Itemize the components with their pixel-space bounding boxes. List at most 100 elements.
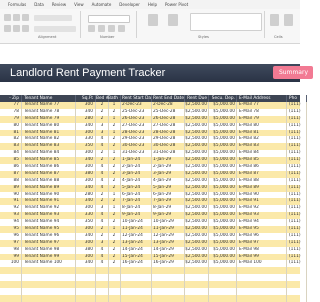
table-cell[interactable]: $5,000.00 <box>209 184 237 192</box>
table-cell[interactable]: 300 <box>76 150 96 158</box>
tab-data[interactable]: Data <box>34 2 44 7</box>
table-cell[interactable]: 300 <box>76 253 96 261</box>
table-cell[interactable] <box>76 267 96 275</box>
table-cell[interactable]: 2-Dec-23 <box>120 102 152 109</box>
table-cell[interactable]: E-Mail 94 <box>237 219 287 227</box>
table-cell[interactable]: 28-Dec-23 <box>120 129 152 137</box>
table-cell[interactable]: E-Mail 95 <box>237 226 287 233</box>
insert-cells-icon[interactable] <box>270 14 279 26</box>
table-cell[interactable]: 1-Jan-29 <box>152 157 185 165</box>
table-cell[interactable]: $5,000.00 <box>209 122 237 130</box>
table-cell[interactable] <box>120 288 152 295</box>
table-cell[interactable] <box>76 274 96 282</box>
table-cell[interactable]: (111) <box>287 115 307 123</box>
tab-review[interactable]: Review <box>52 2 66 7</box>
table-cell[interactable]: 14-Jan-24 <box>120 246 152 254</box>
table-cell[interactable]: 8-Jan-24 <box>120 205 152 213</box>
table-cell[interactable]: $5,000.00 <box>209 150 237 158</box>
table-cell[interactable]: 28-Dec-28 <box>152 129 185 137</box>
table-cell[interactable]: Tenant Name 91 <box>22 198 76 206</box>
table-cell[interactable]: (111) <box>287 246 307 254</box>
table-cell[interactable]: $5,000.00 <box>209 102 237 109</box>
currency-icon[interactable] <box>88 25 95 32</box>
table-cell[interactable]: $2,500.00 <box>185 212 209 220</box>
table-cell[interactable]: (111) <box>287 164 307 171</box>
table-cell[interactable]: Tenant Name 79 <box>22 115 76 123</box>
table-cell[interactable] <box>76 294 96 302</box>
table-cell[interactable]: E-Mail 96 <box>237 232 287 240</box>
table-cell[interactable]: E-Mail 92 <box>237 205 287 213</box>
align-bottom-icon[interactable] <box>22 14 29 21</box>
table-cell[interactable]: Tenant Name 80 <box>22 122 76 130</box>
table-cell[interactable]: (111) <box>287 212 307 220</box>
comma-style-icon[interactable] <box>108 25 115 32</box>
table-cell[interactable]: 16-Jan-29 <box>152 260 185 268</box>
table-cell[interactable]: $5,000.00 <box>209 129 237 137</box>
table-cell[interactable]: (111) <box>287 136 307 144</box>
column-header[interactable]: E-Mail Address <box>237 95 287 102</box>
table-cell[interactable]: 99 <box>0 253 22 261</box>
column-header[interactable]: Rent End Date <box>152 95 185 102</box>
table-cell[interactable]: 280 <box>76 115 96 123</box>
table-cell[interactable]: $5,000.00 <box>209 205 237 213</box>
table-cell[interactable]: 92 <box>0 205 22 213</box>
table-cell[interactable]: Tenant Name 87 <box>22 170 76 178</box>
table-cell[interactable]: 11-Jan-24 <box>120 226 152 233</box>
table-cell[interactable]: E-Mail 98 <box>237 246 287 254</box>
table-cell[interactable]: 1-Jan-24 <box>120 157 152 165</box>
table-cell[interactable]: 26-Dec-23 <box>120 115 152 123</box>
table-cell[interactable]: 15-Jan-29 <box>152 253 185 261</box>
table-cell[interactable]: Tenant Name 95 <box>22 226 76 233</box>
table-cell[interactable]: (111) <box>287 143 307 151</box>
table-cell[interactable] <box>152 288 185 295</box>
table-cell[interactable]: $2,500.00 <box>185 184 209 192</box>
table-cell[interactable]: 13-Jan-24 <box>120 239 152 247</box>
number-format-dropdown[interactable] <box>88 15 130 23</box>
tab-power-pivot[interactable]: Power Pivot <box>165 2 188 7</box>
table-cell[interactable]: Tenant Name 85 <box>22 157 76 165</box>
table-cell[interactable]: 14-Jan-29 <box>152 246 185 254</box>
table-cell[interactable]: Tenant Name 96 <box>22 232 76 240</box>
table-cell[interactable]: Tenant Name 81 <box>22 129 76 137</box>
column-header[interactable]: Pho <box>287 95 307 102</box>
table-cell[interactable] <box>120 267 152 275</box>
table-cell[interactable]: E-Mail 85 <box>237 157 287 165</box>
increase-decimal-icon[interactable] <box>118 25 125 32</box>
table-cell[interactable]: E-Mail 89 <box>237 184 287 192</box>
table-cell[interactable]: Tenant Name 94 <box>22 219 76 227</box>
table-cell[interactable]: E-Mail 100 <box>237 260 287 268</box>
column-header[interactable]: Rent Due <box>185 95 209 102</box>
table-cell[interactable] <box>22 288 76 295</box>
table-cell[interactable]: 26-Dec-28 <box>152 115 185 123</box>
table-cell[interactable]: $5,000.00 <box>209 246 237 254</box>
table-cell[interactable]: $5,000.00 <box>209 164 237 171</box>
table-cell[interactable] <box>76 281 96 289</box>
table-cell[interactable]: 4-Jan-29 <box>152 177 185 185</box>
table-cell[interactable]: Tenant Name 77 <box>22 102 76 109</box>
table-cell[interactable]: 350 <box>76 219 96 227</box>
table-cell[interactable]: $5,000.00 <box>209 232 237 240</box>
table-cell[interactable]: 86 <box>0 164 22 171</box>
table-cell[interactable]: Tenant Name 90 <box>22 191 76 199</box>
table-cell[interactable]: 330 <box>76 212 96 220</box>
table-cell[interactable]: E-Mail 86 <box>237 164 287 171</box>
table-cell[interactable]: 97 <box>0 239 22 247</box>
table-cell[interactable] <box>120 294 152 302</box>
table-cell[interactable] <box>185 274 209 282</box>
table-cell[interactable]: 10-Jan-29 <box>152 219 185 227</box>
table-cell[interactable]: Tenant Name 92 <box>22 205 76 213</box>
table-cell[interactable]: $2,500.00 <box>185 253 209 261</box>
table-cell[interactable] <box>287 288 307 295</box>
table-cell[interactable]: E-Mail 90 <box>237 191 287 199</box>
table-cell[interactable]: 93 <box>0 212 22 220</box>
table-cell[interactable]: $5,000.00 <box>209 108 237 116</box>
table-cell[interactable]: 300 <box>76 164 96 171</box>
table-cell[interactable]: 94 <box>0 219 22 227</box>
table-cell[interactable] <box>237 267 287 275</box>
column-header[interactable]: Tenant Name <box>22 95 76 102</box>
table-cell[interactable]: 15-Jan-24 <box>120 253 152 261</box>
table-cell[interactable]: 78 <box>0 108 22 116</box>
table-cell[interactable]: (111) <box>287 170 307 178</box>
table-cell[interactable]: 3-Jan-29 <box>152 170 185 178</box>
table-cell[interactable]: 300 <box>76 226 96 233</box>
